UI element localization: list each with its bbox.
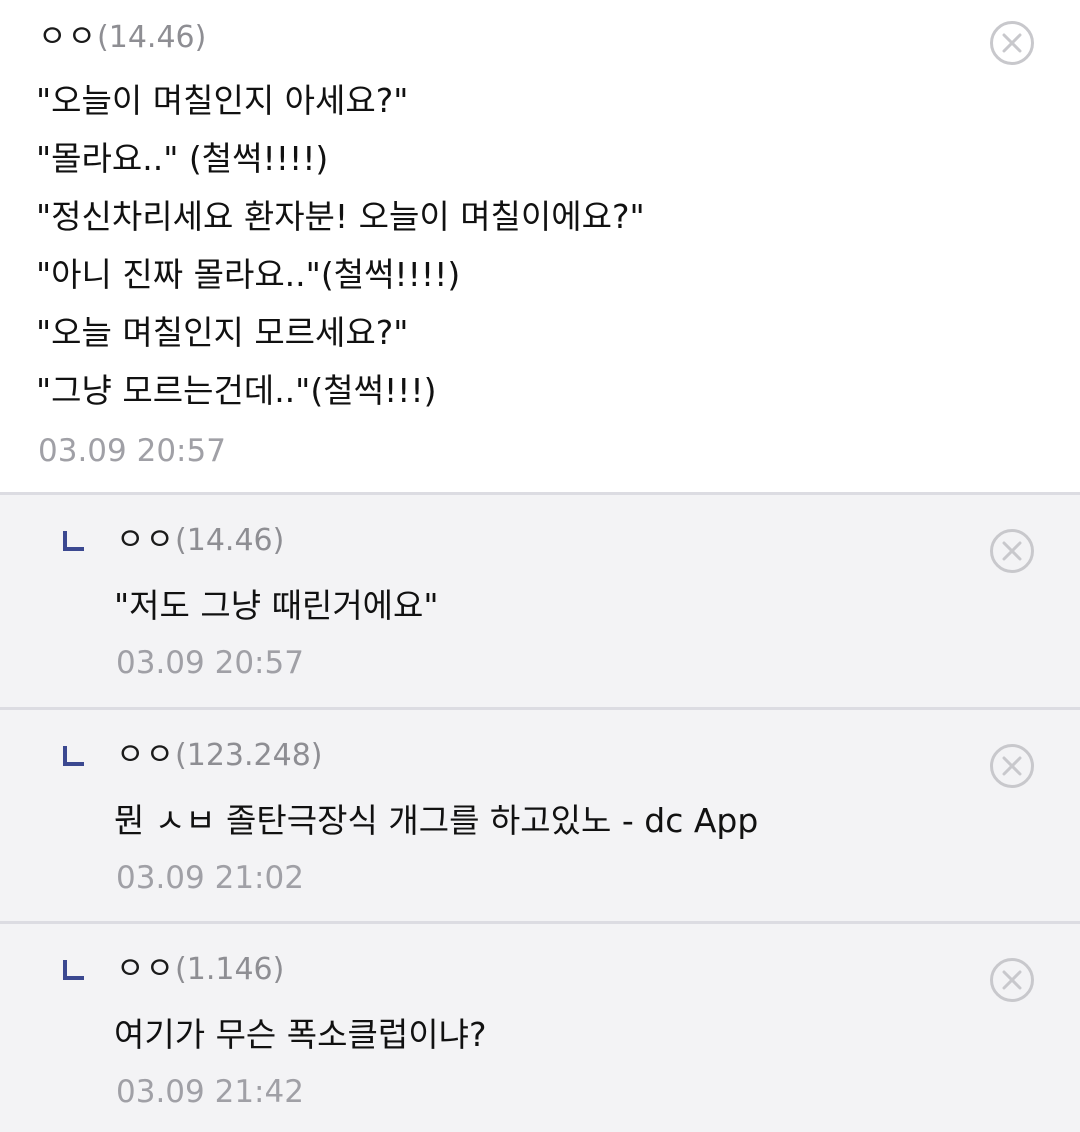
comment-text-line: "오늘이 며칠인지 아세요?": [36, 81, 409, 120]
delete-reply-button[interactable]: [990, 958, 1034, 1002]
comment-timestamp: 03.09 20:57: [38, 433, 226, 469]
author-ip: (14.46): [97, 20, 207, 55]
author-name[interactable]: ㅇㅇ: [116, 522, 175, 558]
reply-comment: ㅇㅇ(14.46) "저도 그냥 때린거에요" 03.09 20:57: [0, 495, 1080, 710]
reply-author-line: ㅇㅇ(1.146): [116, 949, 284, 990]
reply-body: 뭔 ㅅㅂ 졸탄극장식 개그를 하고있노 - dc App: [114, 792, 758, 850]
reply-comment: ㅇㅇ(1.146) 여기가 무슨 폭소클럽이냐? 03.09 21:42: [0, 924, 1080, 1132]
reply-comment: ㅇㅇ(123.248) 뭔 ㅅㅂ 졸탄극장식 개그를 하고있노 - dc App…: [0, 710, 1080, 924]
close-circle-icon: [1002, 970, 1022, 990]
close-circle-icon: [1002, 756, 1022, 776]
comment-body: "오늘이 며칠인지 아세요?" "몰라요.." (철썩!!!!) "정신차리세요…: [36, 72, 645, 420]
comment-author-line: ㅇㅇ(14.46): [38, 17, 206, 58]
delete-reply-button[interactable]: [990, 529, 1034, 573]
comment-text-line: "정신차리세요 환자분! 오늘이 며칠이에요?": [36, 197, 645, 236]
author-ip: (123.248): [175, 738, 323, 773]
delete-reply-button[interactable]: [990, 744, 1034, 788]
comment-text-line: "아니 진짜 몰라요.."(철썩!!!!): [36, 255, 461, 294]
comment-text-line: "몰라요.." (철썩!!!!): [36, 139, 329, 178]
delete-comment-button[interactable]: [990, 21, 1034, 65]
author-name[interactable]: ㅇㅇ: [38, 19, 97, 55]
comment-text-line: "그냥 모르는건데.."(철썩!!!): [36, 371, 437, 410]
reply-author-line: ㅇㅇ(123.248): [116, 735, 323, 776]
reply-text: 뭔 ㅅㅂ 졸탄극장식 개그를 하고있노 - dc App: [114, 801, 759, 840]
reply-text: "저도 그냥 때린거에요": [114, 586, 439, 625]
close-circle-icon: [1002, 541, 1022, 561]
comment-text-line: "오늘 며칠인지 모르세요?": [36, 313, 409, 352]
comment: ㅇㅇ(14.46) "오늘이 며칠인지 아세요?" "몰라요.." (철썩!!!…: [0, 0, 1080, 495]
author-ip: (1.146): [175, 952, 285, 987]
author-name[interactable]: ㅇㅇ: [116, 951, 175, 987]
comment-list: ㅇㅇ(14.46) "오늘이 며칠인지 아세요?" "몰라요.." (철썩!!!…: [0, 0, 1080, 1132]
reply-body: "저도 그냥 때린거에요": [114, 577, 439, 635]
reply-author-line: ㅇㅇ(14.46): [116, 520, 284, 561]
author-name[interactable]: ㅇㅇ: [116, 737, 175, 773]
reply-timestamp: 03.09 21:42: [116, 1074, 304, 1110]
author-ip: (14.46): [175, 523, 285, 558]
reply-text: 여기가 무슨 폭소클럽이냐?: [114, 1015, 487, 1054]
reply-timestamp: 03.09 20:57: [116, 645, 304, 681]
close-circle-icon: [1002, 33, 1022, 53]
reply-arrow-icon: [63, 746, 84, 766]
reply-arrow-icon: [63, 960, 84, 980]
reply-timestamp: 03.09 21:02: [116, 860, 304, 896]
reply-arrow-icon: [63, 531, 84, 551]
reply-body: 여기가 무슨 폭소클럽이냐?: [114, 1006, 486, 1064]
